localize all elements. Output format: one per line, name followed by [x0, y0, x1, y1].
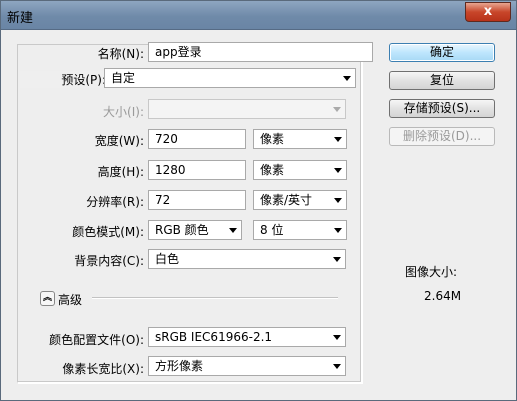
height-unit-select[interactable]: 像素 — [253, 160, 347, 180]
collapse-advanced-icon[interactable]: ︽ — [40, 291, 55, 306]
image-size-label: 图像大小: — [405, 265, 458, 279]
color-profile-label: 颜色配置文件(O): — [49, 333, 144, 347]
color-profile-select[interactable]: sRGB IEC61966-2.1 — [148, 327, 346, 347]
name-input[interactable]: app登录 — [148, 42, 373, 62]
chevron-down-icon — [333, 107, 341, 112]
advanced-divider — [92, 297, 338, 299]
background-select[interactable]: 白色 — [148, 249, 346, 269]
preset-value: 自定 — [111, 71, 136, 85]
name-label: 名称(N): — [97, 47, 144, 61]
chevron-down-icon — [334, 168, 342, 173]
bit-depth-select[interactable]: 8 位 — [253, 220, 347, 240]
resolution-unit-value: 像素/英寸 — [260, 193, 313, 207]
color-profile-value: sRGB IEC61966-2.1 — [155, 330, 273, 344]
size-select — [148, 99, 346, 119]
chevron-down-icon — [333, 364, 341, 369]
background-value: 白色 — [155, 252, 180, 266]
preset-select[interactable]: 自定 — [104, 68, 356, 88]
title-bar[interactable]: 新建 x — [1, 1, 516, 30]
chevron-down-icon — [333, 257, 341, 262]
width-label: 宽度(W): — [94, 134, 144, 148]
chevron-down-icon — [334, 137, 342, 142]
image-size-value: 2.64M — [424, 289, 462, 303]
chevron-down-icon — [334, 198, 342, 203]
window-title: 新建 — [7, 11, 34, 26]
preset-label: 预设(P): — [20, 71, 106, 88]
delete-preset-button: 删除预设(D)... — [389, 127, 495, 146]
ok-button[interactable]: 确定 — [389, 43, 495, 62]
close-button[interactable]: x — [465, 2, 511, 22]
chevron-down-icon — [343, 76, 351, 81]
resolution-label: 分辨率(R): — [86, 195, 144, 209]
pixel-aspect-select[interactable]: 方形像素 — [148, 356, 346, 376]
save-preset-button[interactable]: 存储预设(S)... — [389, 99, 495, 118]
chevron-down-icon — [334, 228, 342, 233]
resolution-input[interactable]: 72 — [148, 190, 246, 210]
color-mode-value: RGB 颜色 — [155, 223, 209, 237]
resolution-unit-select[interactable]: 像素/英寸 — [253, 190, 347, 210]
chevron-down-icon — [229, 228, 237, 233]
color-mode-select[interactable]: RGB 颜色 — [148, 220, 242, 240]
color-mode-label: 颜色模式(M): — [72, 225, 144, 239]
size-label: 大小(I): — [103, 105, 144, 119]
pixel-aspect-label: 像素长宽比(X): — [62, 362, 144, 376]
advanced-label[interactable]: 高级 — [58, 291, 82, 308]
height-unit-value: 像素 — [260, 163, 285, 177]
reset-button[interactable]: 复位 — [389, 71, 495, 90]
width-unit-value: 像素 — [260, 132, 285, 146]
height-input[interactable]: 1280 — [148, 160, 246, 180]
width-input[interactable]: 720 — [148, 129, 246, 149]
chevron-down-icon — [333, 335, 341, 340]
height-label: 高度(H): — [97, 165, 144, 179]
pixel-aspect-value: 方形像素 — [155, 359, 204, 373]
background-label: 背景内容(C): — [74, 254, 144, 268]
bit-depth-value: 8 位 — [260, 223, 284, 237]
width-unit-select[interactable]: 像素 — [253, 129, 347, 149]
